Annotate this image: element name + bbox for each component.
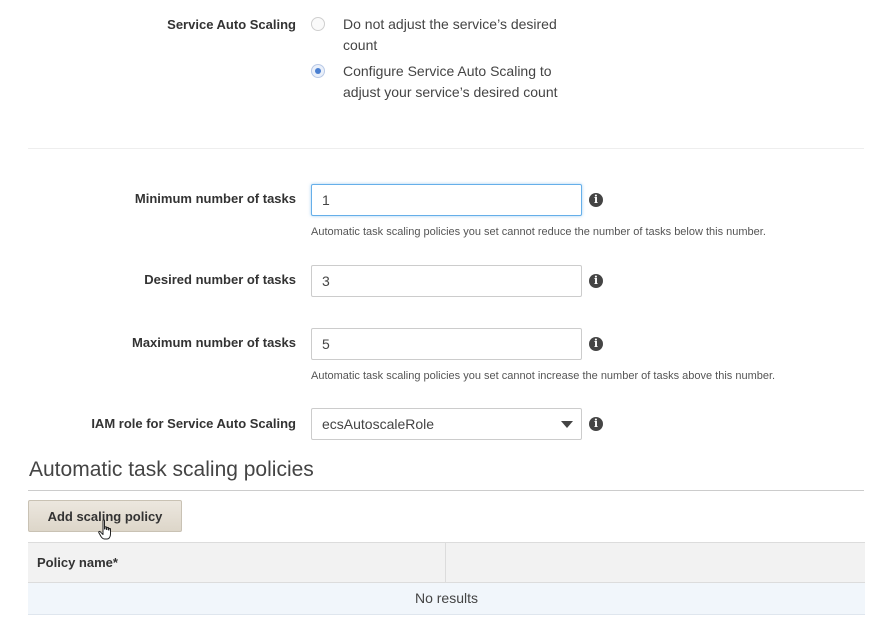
radio-do-not-adjust-label: Do not adjust the service’s desired coun… — [343, 16, 557, 53]
section-rule — [28, 490, 864, 491]
ecs-service-auto-scaling-page: Service Auto Scaling Do not adjust the s… — [0, 0, 881, 621]
column-header-empty — [446, 543, 865, 582]
radio-do-not-adjust[interactable] — [311, 17, 325, 31]
max-tasks-input[interactable] — [311, 328, 582, 360]
min-tasks-input[interactable] — [311, 184, 582, 216]
radio-option-do-not-adjust[interactable]: Do not adjust the service’s desired coun… — [311, 14, 581, 56]
desired-tasks-input[interactable] — [311, 265, 582, 297]
info-icon[interactable]: i — [589, 337, 603, 351]
section-divider — [28, 148, 864, 149]
chevron-down-icon[interactable] — [561, 421, 573, 428]
max-tasks-help: Automatic task scaling policies you set … — [311, 370, 776, 382]
info-icon[interactable]: i — [589, 274, 603, 288]
radio-option-configure[interactable]: Configure Service Auto Scaling to adjust… — [311, 61, 581, 103]
radio-configure-label: Configure Service Auto Scaling to adjust… — [343, 63, 558, 100]
min-tasks-label: Minimum number of tasks — [134, 191, 296, 206]
service-auto-scaling-label: Service Auto Scaling — [167, 17, 296, 32]
min-tasks-help: Automatic task scaling policies you set … — [311, 226, 766, 238]
hand-pointer-icon — [98, 519, 111, 540]
policies-table: Policy name* No results — [28, 542, 865, 615]
column-header-policy-name[interactable]: Policy name* — [28, 543, 446, 582]
info-icon[interactable]: i — [589, 193, 603, 207]
iam-role-label: IAM role for Service Auto Scaling — [91, 416, 296, 431]
radio-configure[interactable] — [311, 64, 325, 78]
max-tasks-label: Maximum number of tasks — [132, 335, 296, 350]
info-icon[interactable]: i — [589, 417, 603, 431]
desired-tasks-label: Desired number of tasks — [144, 272, 296, 287]
iam-role-select[interactable]: ecsAutoscaleRole — [311, 408, 582, 440]
policies-section-title: Automatic task scaling policies — [29, 458, 314, 481]
iam-role-selected-value: ecsAutoscaleRole — [322, 416, 435, 432]
table-header: Policy name* — [28, 542, 865, 583]
table-empty-row: No results — [28, 583, 865, 615]
